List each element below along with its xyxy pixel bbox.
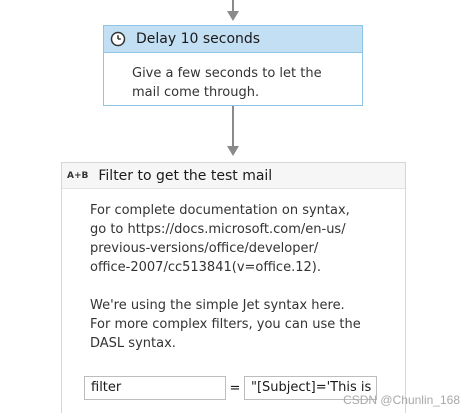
delay-activity-header[interactable]: Delay 10 seconds (104, 26, 362, 53)
delay-activity-annotation: Give a few seconds to let the mail come … (132, 66, 322, 100)
filter-activity-header[interactable]: A+B Filter to get the test mail (62, 163, 405, 189)
assign-equals-sign: = (229, 380, 241, 396)
delay-activity-title: Delay 10 seconds (136, 31, 261, 47)
filter-activity-title: Filter to get the test mail (98, 167, 273, 184)
connector-middle (232, 106, 234, 148)
assign-row: filter = "[Subject]='This is (84, 376, 377, 400)
connector-top-arrowhead (227, 11, 239, 21)
delay-activity[interactable]: Delay 10 seconds Give a few seconds to l… (103, 25, 363, 106)
filter-activity-annotation: For complete documentation on syntax, go… (90, 203, 361, 351)
clock-icon (110, 31, 126, 47)
connector-middle-arrowhead (227, 146, 239, 156)
assign-to-field[interactable]: filter (84, 376, 226, 400)
filter-assign-activity[interactable]: A+B Filter to get the test mail For comp… (61, 162, 406, 413)
workflow-canvas: Delay 10 seconds Give a few seconds to l… (0, 0, 474, 413)
ab-assign-icon: A+B (67, 170, 89, 181)
watermark: CSDN @Chunlin_168 (343, 393, 460, 407)
